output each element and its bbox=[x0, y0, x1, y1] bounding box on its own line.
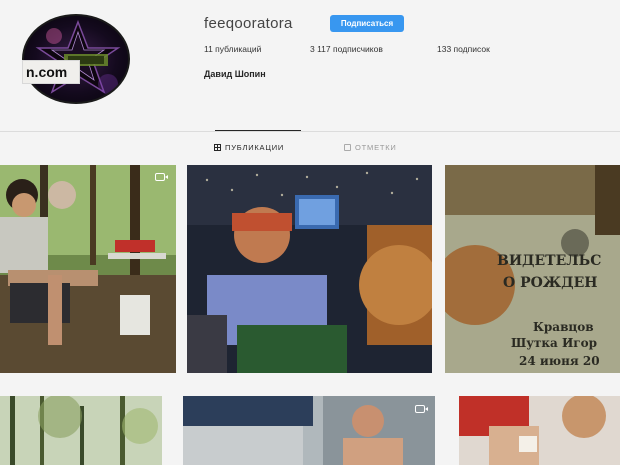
active-tab-indicator bbox=[215, 130, 301, 131]
post-bar-selfie-image bbox=[187, 165, 432, 373]
tabs-divider bbox=[0, 131, 620, 132]
posts-count[interactable]: 11 публикаций bbox=[204, 44, 261, 54]
post-bar-selfie[interactable] bbox=[187, 165, 432, 373]
profile-avatar-container[interactable]: n.com bbox=[22, 14, 130, 104]
tab-posts[interactable]: ПУБЛИКАЦИИ bbox=[214, 143, 284, 152]
certificate-line-5: 24 июня 20 bbox=[519, 354, 600, 368]
certificate-line-1: ВИДЕТЕЛЬС bbox=[497, 253, 602, 269]
certificate-line-4: Шутка Игор bbox=[511, 336, 598, 350]
tag-icon bbox=[344, 144, 351, 151]
certificate-line-3: Кравцов bbox=[533, 320, 594, 334]
post-red-hat[interactable] bbox=[459, 396, 620, 465]
post-trees[interactable] bbox=[0, 396, 162, 465]
post-certificate[interactable]: ВИДЕТЕЛЬС О РОЖДЕН Кравцов Шутка Игор 24… bbox=[445, 165, 620, 373]
profile-full-name: Давид Шопин bbox=[204, 69, 266, 79]
video-icon bbox=[155, 173, 168, 181]
video-icon bbox=[415, 405, 428, 413]
post-red-hat-image bbox=[459, 396, 620, 465]
domain-watermark: n.com bbox=[22, 60, 80, 84]
grid-icon bbox=[214, 144, 221, 151]
certificate-line-2: О РОЖДЕН bbox=[503, 275, 598, 291]
avatar[interactable] bbox=[22, 14, 130, 104]
post-forest-camp[interactable] bbox=[0, 165, 176, 373]
post-dormitory[interactable] bbox=[183, 396, 435, 465]
profile-username: feeqooratora bbox=[204, 15, 293, 32]
post-trees-image bbox=[0, 396, 162, 465]
post-forest-camp-image bbox=[0, 165, 176, 373]
tab-tagged-label: ОТМЕТКИ bbox=[355, 143, 397, 152]
following-count[interactable]: 133 подписок bbox=[437, 44, 490, 54]
post-dormitory-image bbox=[183, 396, 435, 465]
tab-tagged[interactable]: ОТМЕТКИ bbox=[344, 143, 397, 152]
follow-button[interactable]: Подписаться bbox=[330, 15, 404, 32]
tab-posts-label: ПУБЛИКАЦИИ bbox=[225, 143, 285, 152]
followers-count[interactable]: 3 117 подписчиков bbox=[310, 44, 383, 54]
